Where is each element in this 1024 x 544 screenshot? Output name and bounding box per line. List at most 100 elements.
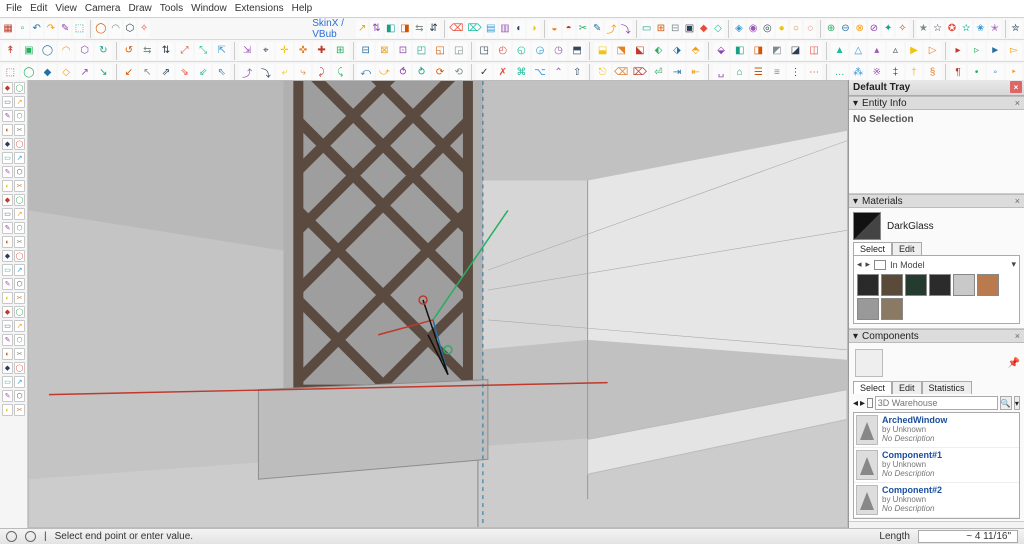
toolbar-button[interactable]: ⬡ — [124, 20, 136, 38]
toolbar-button[interactable]: ◩ — [769, 42, 786, 60]
status-credits-icon[interactable] — [25, 531, 36, 542]
material-swatch[interactable] — [929, 274, 951, 296]
toolbar-button[interactable]: ⋮ — [787, 64, 804, 82]
toolbar-button[interactable]: ◷ — [550, 42, 567, 60]
tray-close-icon[interactable]: × — [1010, 81, 1022, 93]
toolbar-button[interactable]: ↗ — [356, 20, 368, 38]
toolbar-button[interactable]: ⌂ — [731, 64, 748, 82]
toolbar-button[interactable]: ▦ — [2, 20, 14, 38]
toolbar-button[interactable]: ‡ — [887, 64, 904, 82]
component-item[interactable]: ArchedWindowby UnknownNo Description — [854, 413, 1019, 448]
tool-button[interactable]: ◯ — [14, 250, 25, 262]
toolbar-button[interactable]: ◆ — [39, 64, 56, 82]
toolbar-button[interactable]: ◉ — [747, 20, 759, 38]
toolbar-button[interactable]: ▵ — [887, 42, 904, 60]
toolbar-button[interactable]: ⊞ — [655, 20, 667, 38]
toolbar-button[interactable]: ⥁ — [413, 64, 430, 82]
viewport-3d[interactable] — [28, 80, 848, 528]
toolbar-button[interactable]: ↶ — [31, 20, 43, 38]
toolbar-button[interactable]: ⋯ — [806, 64, 823, 82]
toolbar-button[interactable]: ◳ — [476, 42, 493, 60]
toolbar-button[interactable]: ≡ — [769, 64, 786, 82]
tool-button[interactable]: ◯ — [14, 194, 25, 206]
toolbar-button[interactable]: ⌦ — [632, 64, 649, 82]
toolbar-button[interactable]: ⌘ — [513, 64, 530, 82]
toolbar-button[interactable]: ◆ — [698, 20, 710, 38]
toolbar-button[interactable]: ⬚ — [2, 64, 19, 82]
tool-button[interactable]: ◐ — [2, 348, 13, 360]
materials-tab-edit[interactable]: Edit — [892, 242, 922, 255]
toolbar-button[interactable]: ✚ — [313, 42, 330, 60]
toolbar-button[interactable]: ◫ — [806, 42, 823, 60]
toolbar-button[interactable]: ⤶ — [276, 64, 293, 82]
toolbar-button[interactable]: ⊠ — [376, 42, 393, 60]
toolbar-button[interactable]: ⇖ — [213, 64, 230, 82]
toolbar-button[interactable]: ✬ — [974, 20, 986, 38]
tool-button[interactable]: ✂ — [14, 404, 25, 416]
home-icon[interactable] — [874, 260, 886, 270]
toolbar-button[interactable]: ↺ — [120, 42, 137, 60]
toolbar-button[interactable]: ◲ — [450, 42, 467, 60]
toolbar-button[interactable]: ✭ — [989, 20, 1001, 38]
toolbar-button[interactable]: ⤺ — [357, 64, 374, 82]
menu-camera[interactable]: Camera — [85, 3, 121, 14]
toolbar-button[interactable]: ⌥ — [532, 64, 549, 82]
toolbar-button[interactable]: ▥ — [499, 20, 511, 38]
toolbar-button[interactable]: ◌ — [804, 20, 816, 38]
toolbar-button[interactable]: ⊡ — [395, 42, 412, 60]
toolbar-button[interactable]: ⬘ — [687, 42, 704, 60]
toolbar-button[interactable]: ✎ — [591, 20, 603, 38]
tool-button[interactable]: ◆ — [2, 82, 13, 94]
tool-button[interactable]: ◐ — [2, 404, 13, 416]
toolbar-button[interactable]: ※ — [868, 64, 885, 82]
tool-button[interactable]: ⬡ — [14, 390, 25, 402]
toolbar-button[interactable]: ✧ — [896, 20, 908, 38]
toolbar-button[interactable]: ⤢ — [176, 42, 193, 60]
toolbar-button[interactable]: ◶ — [532, 42, 549, 60]
toolbar-button[interactable]: ⊗ — [854, 20, 866, 38]
panel-components-header[interactable]: ▾Components × — [849, 329, 1024, 343]
toolbar-button[interactable]: ⇗ — [158, 64, 175, 82]
material-library-name[interactable]: In Model — [890, 260, 925, 270]
tool-button[interactable]: ✂ — [14, 180, 25, 192]
tool-button[interactable]: ◯ — [14, 82, 25, 94]
toolbar-button[interactable]: ✛ — [276, 42, 293, 60]
toolbar-button[interactable]: ⇆ — [413, 20, 425, 38]
dropdown-icon[interactable]: ▾ — [1014, 396, 1020, 410]
toolbar-button[interactable]: ◧ — [731, 42, 748, 60]
toolbar-button[interactable]: ◨ — [750, 42, 767, 60]
toolbar-button[interactable]: ► — [987, 42, 1004, 60]
toolbar-button[interactable]: ▴ — [868, 42, 885, 60]
toolbar-button[interactable]: ◒ — [548, 20, 560, 38]
toolbar-button[interactable]: ◯ — [94, 20, 107, 38]
toolbar-button[interactable]: ● — [776, 20, 788, 38]
toolbar-button[interactable]: ▣ — [683, 20, 695, 38]
toolbar-button[interactable]: ⇲ — [239, 42, 256, 60]
toolbar-button[interactable]: ⇧ — [569, 64, 586, 82]
toolbar-button[interactable]: ★ — [917, 20, 929, 38]
toolbar-button[interactable]: ☆ — [931, 20, 943, 38]
toolbar-button[interactable]: ⌫ — [613, 64, 630, 82]
toolbar-button[interactable]: ↟ — [2, 42, 19, 60]
toolbar-button[interactable]: ✧ — [138, 20, 150, 38]
toolbar-button[interactable]: § — [924, 64, 941, 82]
toolbar-button[interactable]: ◈ — [733, 20, 745, 38]
toolbar-button[interactable]: ⥀ — [395, 64, 412, 82]
tool-button[interactable]: ◯ — [14, 306, 25, 318]
toolbar-button[interactable]: ▸ — [950, 42, 967, 60]
component-item[interactable]: Component#2by UnknownNo Description — [854, 483, 1019, 518]
toolbar-button[interactable]: ▶ — [906, 42, 923, 60]
toolbar-button[interactable]: ⤸ — [313, 64, 330, 82]
toolbar-button[interactable]: ✜ — [295, 42, 312, 60]
toolbar-button[interactable]: ☰ — [750, 64, 767, 82]
toolbar-button[interactable]: ⤴ — [239, 64, 256, 82]
dropdown-icon[interactable]: ▾ — [1011, 259, 1016, 270]
toolbar-button[interactable]: ▷ — [924, 42, 941, 60]
tool-button[interactable]: ▭ — [2, 376, 13, 388]
toolbar-button[interactable]: ⟳ — [432, 64, 449, 82]
toolbar-button[interactable]: ↙ — [120, 64, 137, 82]
toolbar-button[interactable]: ‣ — [1006, 64, 1023, 82]
toolbar-button[interactable]: ⤷ — [295, 64, 312, 82]
toolbar-button[interactable]: ⤵ — [258, 64, 275, 82]
tray-titlebar[interactable]: Default Tray × — [849, 80, 1024, 96]
